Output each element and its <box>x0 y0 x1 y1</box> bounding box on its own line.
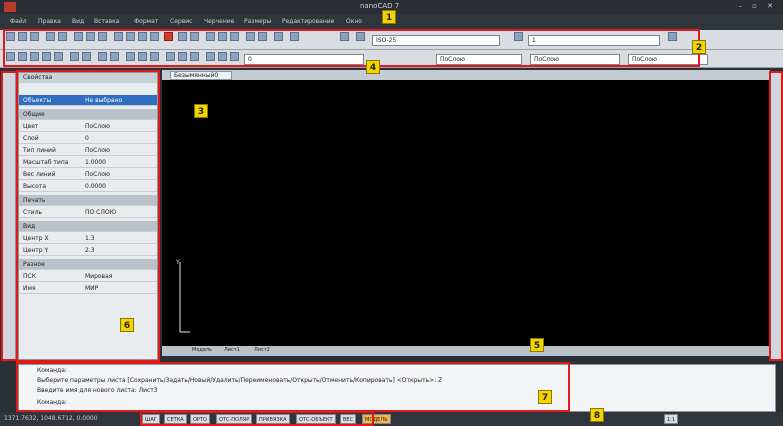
menu-item-insert[interactable]: Вставка <box>94 18 119 25</box>
status-scale-label[interactable]: 1:1 <box>664 414 679 424</box>
callout-1: 1 <box>382 10 396 24</box>
document-tab-bar: Безымянный0 <box>162 70 770 80</box>
document-tab[interactable]: Безымянный0 <box>170 71 232 80</box>
highlight-command-line <box>16 362 570 412</box>
menu-item-format[interactable]: Формат <box>134 18 158 25</box>
ucs-icon: Y <box>175 259 190 333</box>
highlight-toolbars <box>3 29 700 67</box>
status-bar: 1371.7632, 1048.6712, 0.0000 ШАГ СЕТКА О… <box>0 412 783 426</box>
callout-5: 5 <box>530 338 544 352</box>
menu-item-draw[interactable]: Черчение <box>204 18 234 25</box>
tab-layout1[interactable]: Лист1 <box>224 347 240 353</box>
layout-tabs: Модель Лист1 Лист2 <box>162 346 770 356</box>
window-controls[interactable]: – ▫ ✕ <box>738 2 777 10</box>
callout-4: 4 <box>366 60 380 74</box>
menu-item-tools[interactable]: Сервис <box>170 18 192 25</box>
menu-item-view[interactable]: Вид <box>72 18 84 25</box>
menu-item-file[interactable]: Файл <box>10 18 27 25</box>
highlight-status-bar <box>140 411 374 426</box>
callout-6: 6 <box>120 318 134 332</box>
callout-3: 3 <box>194 104 208 118</box>
coordinates-readout: 1371.7632, 1048.6712, 0.0000 <box>4 415 98 422</box>
menu-item-dimensions[interactable]: Размеры <box>244 18 271 25</box>
drawing-canvas[interactable] <box>162 80 770 346</box>
app-logo-icon <box>4 2 16 12</box>
tab-layout2[interactable]: Лист2 <box>254 347 270 353</box>
menu-item-edit[interactable]: Правка <box>38 18 61 25</box>
window-title: nanoCAD 7 <box>360 2 400 10</box>
menu-item-modify[interactable]: Редактирование <box>282 18 334 25</box>
svg-text:Y: Y <box>175 259 180 266</box>
callout-8: 8 <box>590 408 604 422</box>
tab-model[interactable]: Модель <box>192 347 212 353</box>
highlight-properties <box>16 70 160 362</box>
highlight-right-toolbar <box>769 71 783 361</box>
callout-2: 2 <box>692 40 706 54</box>
callout-7: 7 <box>538 390 552 404</box>
menu-item-window[interactable]: Окно <box>346 18 362 25</box>
